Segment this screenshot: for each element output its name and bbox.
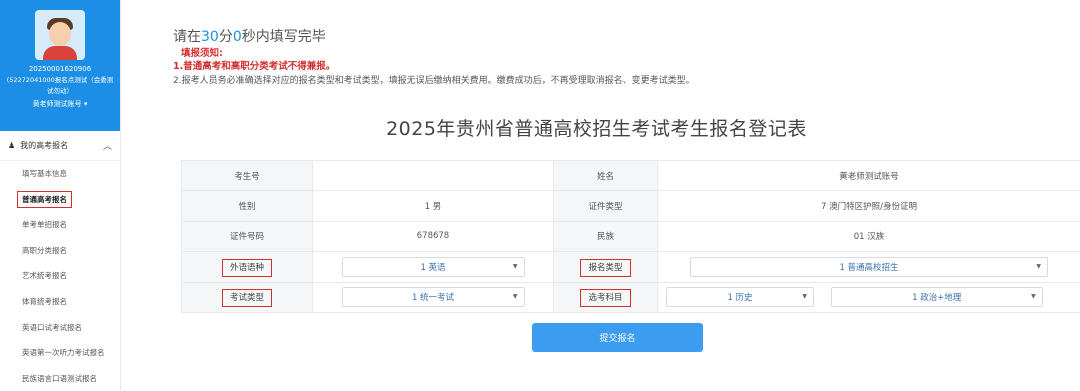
sidebar-item-general-exam[interactable]: 普通高考报名: [0, 187, 120, 213]
dropdown-arrow-icon: ▼: [1036, 263, 1041, 270]
submit-registration-button[interactable]: 提交报名: [532, 323, 703, 352]
elective-subject-label: 选考科目: [580, 289, 630, 307]
sidebar: 20250001620906 (52272041000报名点测试（会委测试勿动）…: [0, 0, 121, 390]
id-number-label: 证件号码: [182, 221, 313, 251]
profile-id: 20250001620906: [0, 64, 120, 75]
profile-note: (52272041000报名点测试（会委测试勿动）: [0, 75, 120, 97]
dropdown-arrow-icon: ▼: [1031, 293, 1036, 300]
elective-subject-2-select[interactable]: 1 政治+地理▼: [831, 287, 1043, 307]
countdown-timer: 请在30分0秒内填写完毕: [173, 26, 326, 46]
notice-line-2: 2.报考人员务必准确选择对应的报名类型和考试类型，填报无误后缴纳相关费用。缴费成…: [173, 73, 695, 86]
account-dropdown[interactable]: 黄老师测试账号 ▾: [0, 98, 120, 110]
sidebar-item-art[interactable]: 艺术统考报名: [0, 263, 120, 289]
gender-label: 性别: [182, 191, 313, 221]
language-label: 外语语种: [222, 259, 272, 277]
exam-type-label: 考试类型: [222, 289, 272, 307]
ethnic-label: 民族: [554, 221, 658, 251]
dropdown-arrow-icon: ▼: [513, 263, 518, 270]
dropdown-arrow-icon: ▼: [513, 293, 518, 300]
chevron-up-icon: ︿: [103, 139, 112, 152]
id-type-value: 7 澳门特区护照/身份证明: [658, 191, 1080, 221]
gender-value: 1 男: [313, 191, 554, 221]
sidebar-item-english-listening[interactable]: 英语第一次听力考试报名: [0, 340, 120, 366]
elective-subject-1-select[interactable]: 1 历史▼: [666, 287, 814, 307]
registration-table: 考生号 姓名 黄老师测试账号 性别 1 男 证件类型 7 澳门特区护照/身份证明…: [181, 160, 1080, 313]
menu-section-header[interactable]: ♟ 我的高考报名 ︿: [0, 131, 120, 161]
sidebar-item-vocational[interactable]: 高职分类报名: [0, 238, 120, 264]
language-select[interactable]: 1 英语▼: [342, 257, 525, 277]
avatar: [35, 10, 85, 60]
exam-no-value: [313, 161, 554, 191]
registration-type-select[interactable]: 1 普通高校招生▼: [690, 257, 1048, 277]
main-content: 请在30分0秒内填写完毕 填报须知: 1.普通高考和高职分类考试不得兼报。 2.…: [121, 0, 1080, 390]
sidebar-item-ethnic-language[interactable]: 民族语言口语测试报名: [0, 366, 120, 391]
sidebar-item-basic-info[interactable]: 填写基本信息: [0, 161, 120, 187]
profile-card: 20250001620906 (52272041000报名点测试（会委测试勿动）…: [0, 0, 120, 131]
name-value: 黄老师测试账号: [658, 161, 1080, 191]
user-icon: ♟: [8, 141, 15, 150]
dropdown-arrow-icon: ▼: [802, 293, 807, 300]
registration-type-label: 报名类型: [580, 259, 630, 277]
exam-type-select[interactable]: 1 统一考试▼: [342, 287, 525, 307]
menu-section-label: 我的高考报名: [20, 140, 68, 151]
form-title: 2025年贵州省普通高校招生考试考生报名登记表: [121, 114, 1080, 141]
notice-title: 填报须知:: [181, 45, 223, 59]
notice-line-1: 1.普通高考和高职分类考试不得兼报。: [173, 58, 335, 72]
sidebar-item-english-oral[interactable]: 英语口试考试报名: [0, 315, 120, 341]
sidebar-item-single-exam[interactable]: 单考单招报名: [0, 212, 120, 238]
id-type-label: 证件类型: [554, 191, 658, 221]
id-number-value: 678678: [313, 221, 554, 251]
sidebar-item-sports[interactable]: 体育统考报名: [0, 289, 120, 315]
ethnic-value: 01 汉族: [658, 221, 1080, 251]
name-label: 姓名: [554, 161, 658, 191]
exam-no-label: 考生号: [182, 161, 313, 191]
